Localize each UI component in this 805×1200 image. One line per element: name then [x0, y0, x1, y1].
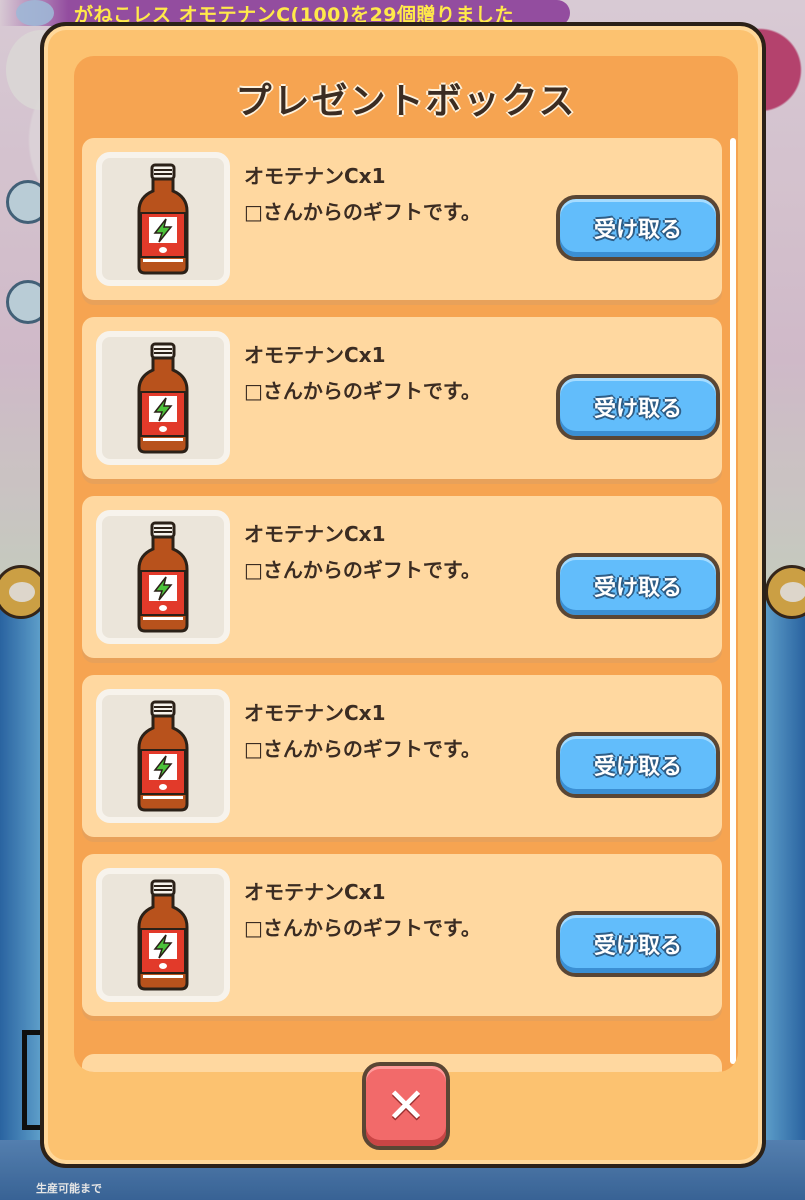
item-name: オモテナンCx1 — [244, 522, 386, 546]
gift-item: オモテナンCx1 □さんからのギフトです。 受け取る — [82, 854, 722, 1016]
item-thumbnail — [96, 331, 230, 465]
gift-list-scrollbar[interactable] — [730, 138, 736, 1064]
item-description: □さんからのギフトです。 — [244, 558, 481, 582]
gift-item: オモテナンCx1 □さんからのギフトです。 受け取る — [82, 317, 722, 479]
receive-button[interactable]: 受け取る — [556, 374, 720, 440]
gift-item: オモテナンCx1 □さんからのギフトです。 受け取る — [82, 675, 722, 837]
energy-drink-bottle-icon — [137, 342, 189, 454]
energy-drink-bottle-icon — [137, 700, 189, 812]
item-description: □さんからのギフトです。 — [244, 737, 481, 761]
item-thumbnail — [96, 152, 230, 286]
present-box-dialog: プレゼントボックス オモテナンCx1 □さんからのギフトです。 受け取る オモテ… — [40, 22, 766, 1168]
receive-button[interactable]: 受け取る — [556, 732, 720, 798]
item-name: オモテナンCx1 — [244, 164, 386, 188]
receive-button[interactable]: 受け取る — [556, 911, 720, 977]
receive-button[interactable]: 受け取る — [556, 195, 720, 261]
close-x-icon: ✕ — [385, 1078, 427, 1134]
item-description: □さんからのギフトです。 — [244, 916, 481, 940]
energy-drink-bottle-icon — [137, 521, 189, 633]
receive-button[interactable]: 受け取る — [556, 553, 720, 619]
energy-drink-bottle-icon — [137, 879, 189, 991]
item-thumbnail — [96, 689, 230, 823]
item-description: □さんからのギフトです。 — [244, 200, 481, 224]
gift-list[interactable]: オモテナンCx1 □さんからのギフトです。 受け取る オモテナンCx1 □さんか… — [82, 138, 726, 1072]
item-thumbnail — [96, 868, 230, 1002]
gift-item: オモテナンCx1 □さんからのギフトです。 受け取る — [82, 496, 722, 658]
energy-drink-bottle-icon — [137, 163, 189, 275]
gift-item: オモテナンCx1 □さんからのギフトです。 受け取る — [82, 138, 722, 300]
item-name: オモテナンCx1 — [244, 343, 386, 367]
item-thumbnail — [96, 510, 230, 644]
item-name: オモテナンCx1 — [244, 701, 386, 725]
present-box-panel: プレゼントボックス オモテナンCx1 □さんからのギフトです。 受け取る オモテ… — [74, 56, 738, 1072]
item-description: □さんからのギフトです。 — [244, 379, 481, 403]
user-avatar-icon — [16, 0, 54, 26]
item-name: オモテナンCx1 — [244, 880, 386, 904]
dialog-title: プレゼントボックス — [235, 81, 577, 122]
close-button[interactable]: ✕ — [362, 1062, 450, 1150]
